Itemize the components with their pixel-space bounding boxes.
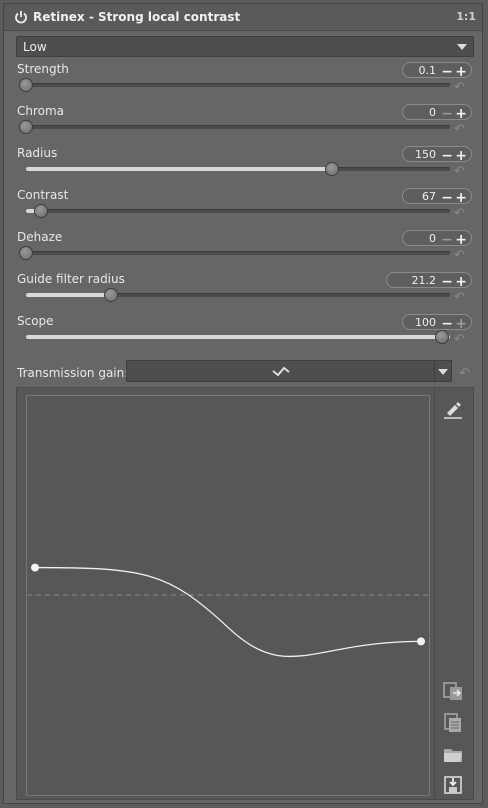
- increment-icon[interactable]: +: [455, 149, 467, 163]
- copy-curve-icon[interactable]: [442, 680, 464, 702]
- decrement-icon[interactable]: −: [441, 191, 453, 205]
- value-text: 0: [429, 232, 436, 245]
- retinex-panel: Retinex - Strong local contrast 1:1 Low …: [3, 3, 483, 804]
- slider-guide-filter-radius: Guide filter radius 21.2− + ↶: [4, 272, 482, 314]
- slider-thumb[interactable]: [19, 120, 33, 134]
- value-spinbox[interactable]: 150− +: [402, 146, 472, 163]
- slider-track[interactable]: [19, 120, 450, 134]
- curve-area[interactable]: [26, 395, 430, 796]
- slider-label: Contrast: [17, 188, 69, 202]
- reset-icon[interactable]: ↶: [454, 291, 470, 304]
- transmission-curve-editor: [16, 387, 474, 800]
- slider-track[interactable]: [26, 330, 450, 344]
- reset-icon[interactable]: ↶: [454, 207, 470, 220]
- value-text: 150: [415, 148, 436, 161]
- ratio-label[interactable]: 1:1: [456, 10, 476, 23]
- curve-node[interactable]: [31, 563, 39, 572]
- power-icon[interactable]: [14, 10, 28, 24]
- slider-radius: Radius 150− + ↶: [4, 146, 482, 188]
- slider-label: Strength: [17, 62, 69, 76]
- value-spinbox[interactable]: 67− +: [402, 188, 472, 205]
- slider-thumb[interactable]: [19, 246, 33, 260]
- increment-icon[interactable]: +: [455, 65, 467, 79]
- reset-icon[interactable]: ↶: [454, 123, 470, 136]
- method-dropdown[interactable]: Low: [16, 36, 474, 57]
- slider-fill: [26, 167, 338, 171]
- decrement-icon[interactable]: −: [441, 275, 453, 289]
- decrement-icon[interactable]: −: [441, 317, 453, 331]
- curve-graph: [27, 563, 429, 658]
- module-title: Retinex - Strong local contrast: [33, 10, 241, 24]
- slider-scope: Scope 100− + ↶: [4, 314, 482, 356]
- reset-icon[interactable]: ↶: [454, 165, 470, 178]
- slider-track[interactable]: [26, 288, 450, 302]
- curve-line: [34, 566, 422, 658]
- value-spinbox[interactable]: 21.2− +: [386, 272, 472, 289]
- value-spinbox[interactable]: 0− +: [402, 104, 472, 121]
- slider-label: Guide filter radius: [17, 272, 125, 286]
- increment-icon[interactable]: +: [455, 317, 467, 331]
- edit-points-icon[interactable]: [442, 398, 464, 420]
- chevron-down-icon: [457, 44, 467, 50]
- slider-fill: [26, 335, 450, 339]
- slider-thumb[interactable]: [435, 330, 449, 344]
- slider-label: Scope: [17, 314, 54, 328]
- slider-thumb[interactable]: [104, 288, 119, 302]
- slider-fill: [26, 293, 113, 297]
- increment-icon[interactable]: +: [455, 275, 467, 289]
- value-text: 100: [415, 316, 436, 329]
- open-curve-icon[interactable]: [442, 743, 464, 765]
- reset-icon[interactable]: ↶: [454, 81, 470, 94]
- slider-track[interactable]: [26, 204, 450, 218]
- curve-type-arrow-button[interactable]: [434, 360, 452, 382]
- reset-icon[interactable]: ↶: [459, 366, 470, 381]
- value-text: 0.1: [418, 64, 437, 77]
- increment-icon[interactable]: +: [455, 191, 467, 205]
- reset-icon[interactable]: ↶: [454, 333, 470, 346]
- slider-strength: Strength 0.1− + ↶: [4, 62, 482, 104]
- curve-type-dropdown[interactable]: [126, 360, 452, 382]
- slider-contrast: Contrast 67− + ↶: [4, 188, 482, 230]
- transmission-gain-label: Transmission gain:: [17, 366, 129, 380]
- reset-icon[interactable]: ↶: [454, 249, 470, 262]
- slider-track[interactable]: [19, 246, 450, 260]
- slider-thumb[interactable]: [19, 78, 33, 92]
- curve-type-icon: [272, 366, 290, 376]
- value-spinbox[interactable]: 0− +: [402, 230, 472, 247]
- decrement-icon[interactable]: −: [441, 233, 453, 247]
- increment-icon[interactable]: +: [455, 107, 467, 121]
- increment-icon[interactable]: +: [455, 233, 467, 247]
- method-dropdown-value: Low: [23, 40, 47, 54]
- value-spinbox[interactable]: 0.1− +: [402, 62, 472, 79]
- decrement-icon[interactable]: −: [441, 65, 453, 79]
- curve-node[interactable]: [417, 637, 425, 646]
- value-text: 67: [422, 190, 436, 203]
- save-curve-icon[interactable]: [442, 774, 464, 796]
- value-spinbox[interactable]: 100− +: [402, 314, 472, 331]
- slider-label: Radius: [17, 146, 58, 160]
- slider-track[interactable]: [26, 162, 450, 176]
- decrement-icon[interactable]: −: [441, 107, 453, 121]
- slider-label: Dehaze: [17, 230, 63, 244]
- value-text: 21.2: [411, 274, 437, 287]
- slider-dehaze: Dehaze 0− + ↶: [4, 230, 482, 272]
- slider-label: Chroma: [17, 104, 65, 118]
- module-header: Retinex - Strong local contrast 1:1: [4, 4, 482, 31]
- slider-track[interactable]: [19, 78, 450, 92]
- chevron-down-icon: [438, 369, 448, 375]
- value-text: 0: [429, 106, 436, 119]
- tool-divider: [434, 388, 435, 799]
- paste-curve-icon[interactable]: [442, 711, 464, 733]
- slider-chroma: Chroma 0− + ↶: [4, 104, 482, 146]
- decrement-icon[interactable]: −: [441, 149, 453, 163]
- slider-thumb[interactable]: [324, 162, 339, 176]
- slider-thumb[interactable]: [33, 204, 48, 218]
